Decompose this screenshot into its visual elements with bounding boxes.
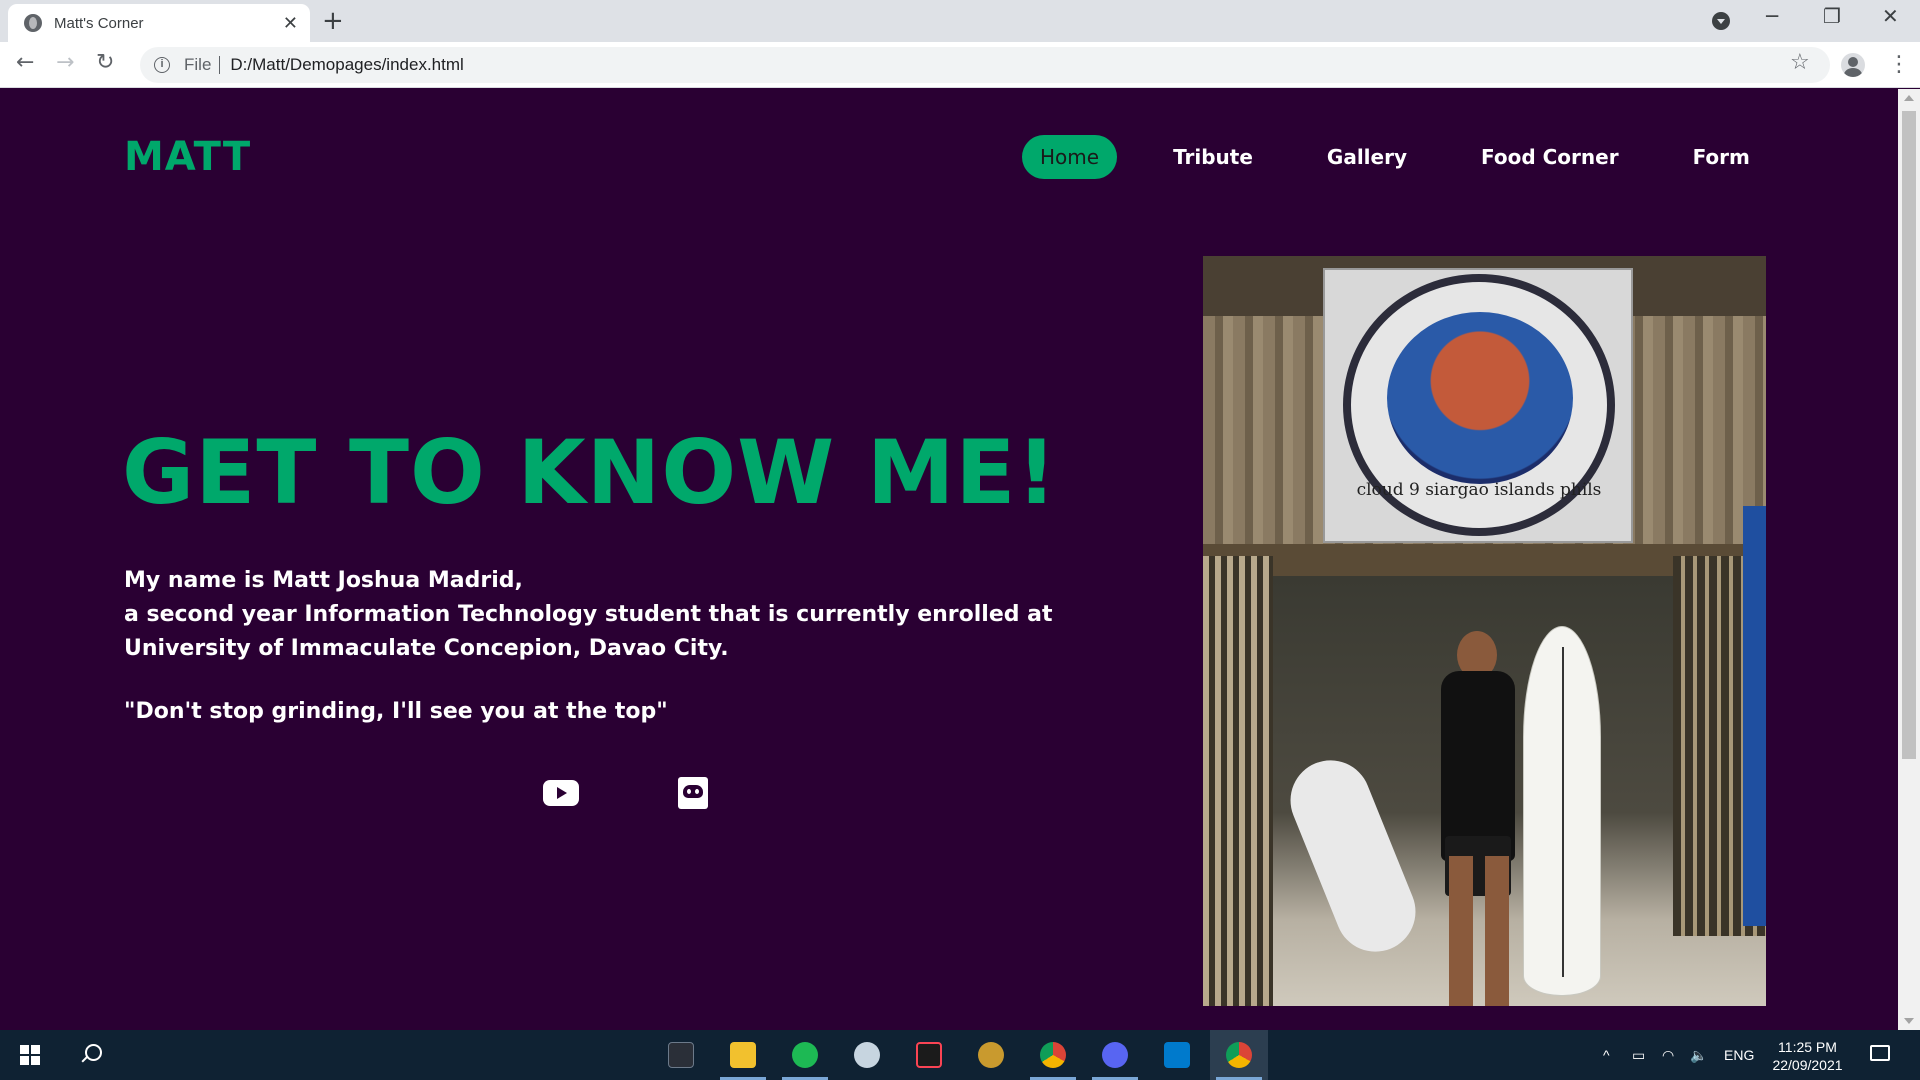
seal-text: cloud 9 siargao islands phils: [1356, 480, 1602, 500]
taskbar-chrome-profile-icon[interactable]: [1024, 1030, 1082, 1080]
clock-date: 22/09/2021: [1772, 1057, 1843, 1073]
youtube-icon[interactable]: [543, 780, 579, 806]
discord-eye: [687, 789, 691, 794]
taskbar-predator-sense-icon[interactable]: [652, 1030, 710, 1080]
browser-menu-icon[interactable]: ⋮: [1888, 52, 1910, 77]
profile-photo: cloud 9 siargao islands phils: [1203, 256, 1766, 1006]
url-scheme: File: [184, 55, 212, 74]
close-window-button[interactable]: ✕: [1882, 4, 1899, 28]
forward-icon[interactable]: →: [56, 50, 74, 75]
language-indicator[interactable]: ENG: [1724, 1030, 1754, 1080]
url-text[interactable]: D:/Matt/Demopages/index.html: [230, 55, 463, 75]
person-legs: [1449, 856, 1509, 1006]
taskbar-chrome-icon[interactable]: [1210, 1030, 1268, 1080]
nav-tribute[interactable]: Tribute: [1155, 135, 1271, 179]
bio-line-description: a second year Information Technology stu…: [124, 602, 1053, 661]
person-body: [1441, 671, 1515, 861]
wave-emblem: [1387, 312, 1573, 484]
world-of-warcraft-icon: [978, 1042, 1004, 1068]
browser-tab-strip: Matt's Corner ✕ + ─ ❐ ✕: [0, 0, 1920, 42]
nav-form[interactable]: Form: [1675, 135, 1768, 179]
info-icon[interactable]: i: [154, 57, 170, 73]
hero-title: GET TO KNOW ME!: [122, 421, 1058, 524]
valorant-icon: [916, 1042, 942, 1068]
address-bar[interactable]: i File D:/Matt/Demopages/index.html: [140, 47, 1830, 83]
photo-fence-left: [1203, 556, 1273, 1006]
nav-gallery[interactable]: Gallery: [1309, 135, 1425, 179]
page-scrollbar[interactable]: [1898, 89, 1920, 1030]
tab-search-icon[interactable]: [1712, 12, 1730, 30]
discord-face: [683, 785, 703, 798]
browser-tab[interactable]: Matt's Corner ✕: [8, 4, 310, 42]
profile-avatar-icon[interactable]: [1841, 53, 1865, 77]
surfboard: [1523, 626, 1601, 996]
discord-icon[interactable]: [678, 777, 708, 809]
minimize-button[interactable]: ─: [1766, 4, 1778, 28]
site-logo[interactable]: MATT: [124, 134, 251, 180]
clock-time: 11:25 PM: [1778, 1039, 1837, 1055]
search-icon[interactable]: [80, 1044, 102, 1066]
surfboard-stringer: [1562, 647, 1564, 977]
taskbar-clock[interactable]: 11:25 PM 22/09/2021: [1760, 1038, 1855, 1074]
photo-banner: cloud 9 siargao islands phils: [1323, 268, 1633, 543]
page-viewport: MATT Home Tribute Gallery Food Corner Fo…: [0, 89, 1898, 1030]
discord-eye: [695, 789, 699, 794]
new-tab-button[interactable]: +: [322, 6, 344, 36]
bookmark-star-icon[interactable]: ☆: [1790, 50, 1810, 75]
scroll-thumb[interactable]: [1902, 111, 1916, 759]
volume-icon[interactable]: 🔈: [1690, 1030, 1707, 1080]
discord-app-icon: [1102, 1042, 1128, 1068]
spotify-icon: [792, 1042, 818, 1068]
wifi-icon[interactable]: ◠: [1662, 1030, 1674, 1080]
site-nav: Home Tribute Gallery Food Corner Form: [1022, 135, 1768, 179]
scroll-down-icon[interactable]: [1904, 1018, 1914, 1024]
tab-title: Matt's Corner: [54, 14, 144, 32]
surf-shop-seal: cloud 9 siargao islands phils: [1343, 274, 1615, 536]
globe-icon: [24, 14, 42, 32]
taskbar-vscode-icon[interactable]: [1148, 1030, 1206, 1080]
tab-close-icon[interactable]: ✕: [283, 13, 298, 34]
nav-food-corner[interactable]: Food Corner: [1463, 135, 1637, 179]
taskbar-discord-icon[interactable]: [1086, 1030, 1144, 1080]
folder-icon: [730, 1042, 756, 1068]
battery-icon[interactable]: ▭: [1632, 1030, 1645, 1080]
bio-text: My name is Matt Joshua Madrid, a second …: [124, 564, 1134, 666]
taskbar-spotify-icon[interactable]: [776, 1030, 834, 1080]
tray-chevron-icon[interactable]: ^: [1603, 1030, 1610, 1080]
quote-text: "Don't stop grinding, I'll see you at th…: [124, 699, 668, 724]
predator-sense-icon: [668, 1042, 694, 1068]
notification-icon[interactable]: [1870, 1045, 1890, 1061]
taskbar-file-explorer-icon[interactable]: [714, 1030, 772, 1080]
chrome-profile-icon: [1040, 1042, 1066, 1068]
browser-toolbar: ← → ↻ i File D:/Matt/Demopages/index.htm…: [0, 42, 1920, 88]
scroll-up-icon[interactable]: [1904, 95, 1914, 101]
nav-home[interactable]: Home: [1022, 135, 1118, 179]
taskbar-valorant-icon[interactable]: [900, 1030, 958, 1080]
reload-icon[interactable]: ↻: [96, 50, 114, 75]
windows-taskbar: ^ ▭ ◠ 🔈 ENG 11:25 PM 22/09/2021: [0, 1030, 1920, 1080]
photo-tarp: [1743, 506, 1766, 926]
vscode-icon: [1164, 1042, 1190, 1068]
chrome-icon: [1226, 1042, 1252, 1068]
windows-start-icon[interactable]: [20, 1045, 40, 1065]
steam-icon: [854, 1042, 880, 1068]
taskbar-wow-icon[interactable]: [962, 1030, 1020, 1080]
restore-button[interactable]: ❐: [1823, 4, 1841, 28]
taskbar-steam-icon[interactable]: [838, 1030, 896, 1080]
address-separator: [219, 56, 221, 74]
back-icon[interactable]: ←: [16, 50, 34, 75]
bio-line-name: My name is Matt Joshua Madrid,: [124, 568, 523, 593]
